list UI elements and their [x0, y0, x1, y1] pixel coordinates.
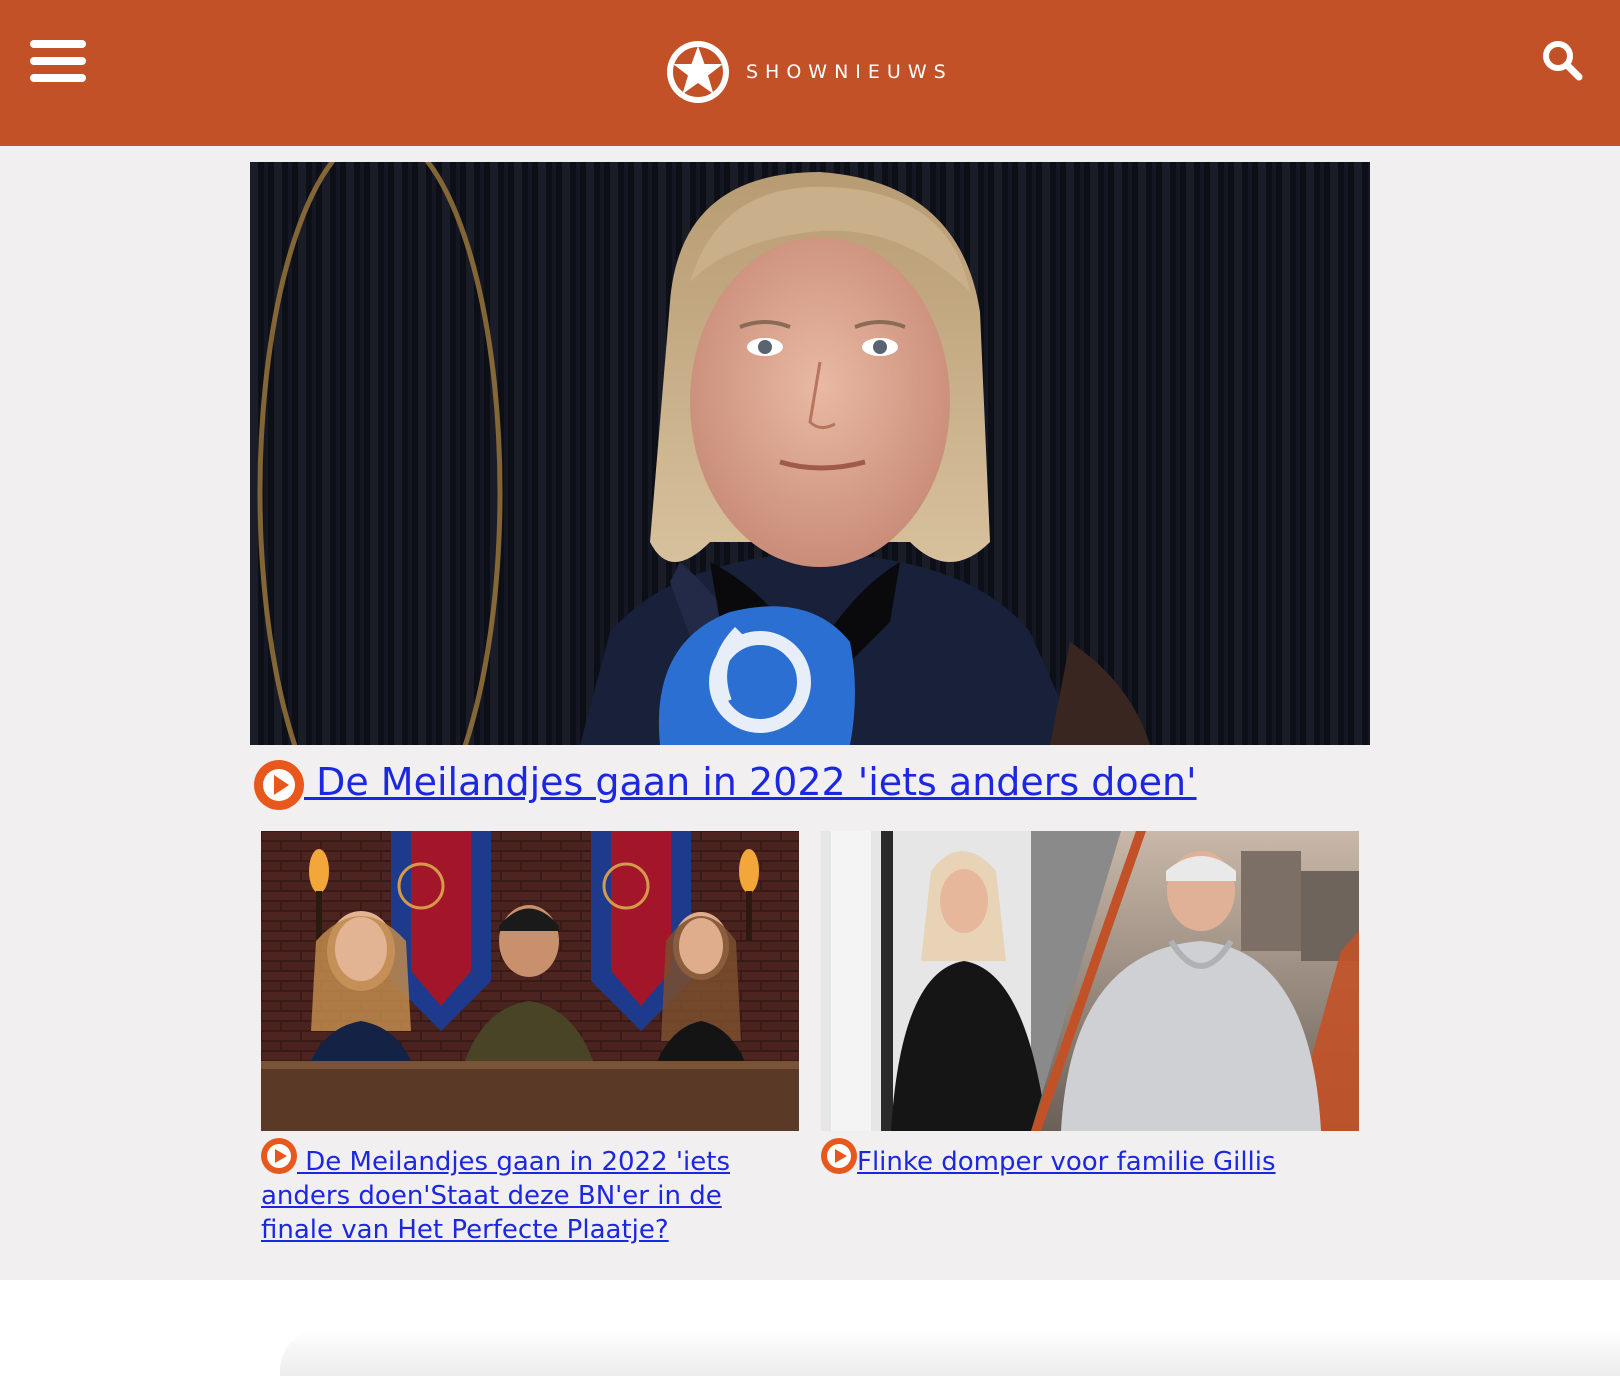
star-logo-icon — [667, 41, 729, 103]
card-2-headline-link[interactable]: Flinke domper voor familie Gillis — [857, 1147, 1276, 1177]
play-icon[interactable] — [821, 1138, 857, 1174]
card-1-image[interactable] — [261, 831, 799, 1131]
site-logo[interactable]: SHOWNIEUWS — [664, 38, 953, 106]
hero-headline[interactable]: De Meilandjes gaan in 2022 'iets anders … — [254, 758, 1374, 810]
bottom-shadow — [280, 1330, 1620, 1376]
hero-headline-link[interactable]: De Meilandjes gaan in 2022 'iets anders … — [304, 760, 1196, 804]
hero-image[interactable] — [250, 162, 1370, 745]
card-2-image[interactable] — [821, 831, 1359, 1131]
hamburger-menu-icon[interactable] — [30, 40, 86, 82]
card-2-headline[interactable]: Flinke domper voor familie Gillis — [821, 1138, 1359, 1179]
brand-name: SHOWNIEUWS — [746, 61, 953, 83]
card-1-headline-link[interactable]: De Meilandjes gaan in 2022 'iets anders … — [261, 1147, 730, 1245]
top-bar: SHOWNIEUWS — [0, 0, 1620, 146]
play-icon[interactable] — [254, 759, 304, 810]
card-1-headline[interactable]: De Meilandjes gaan in 2022 'iets anders … — [261, 1138, 799, 1247]
play-icon[interactable] — [261, 1138, 297, 1174]
search-icon[interactable] — [1540, 38, 1584, 82]
news-content: De Meilandjes gaan in 2022 'iets anders … — [0, 146, 1620, 1280]
